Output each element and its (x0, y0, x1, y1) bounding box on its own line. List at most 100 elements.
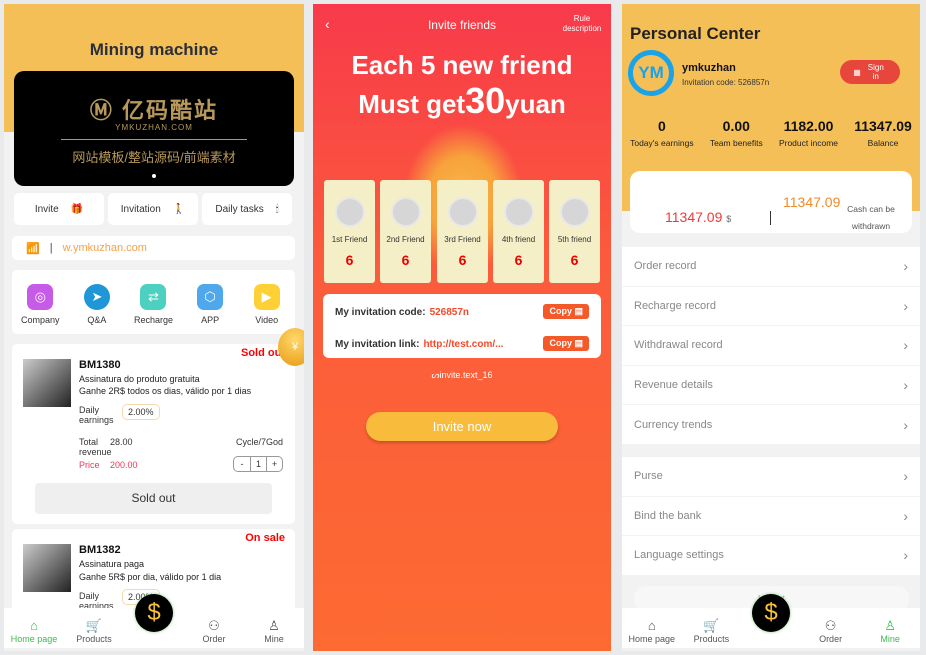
carousel-dot[interactable] (152, 174, 156, 178)
invite-hint: ᔕinvite.text_16 (313, 370, 611, 381)
rule-description-link[interactable]: Rule description (559, 14, 605, 34)
invite-button[interactable]: Invite 🎁 (14, 193, 104, 225)
tab-products[interactable]: 🛒 Products (684, 618, 739, 644)
daily-earnings-value: 2.00% (122, 404, 160, 420)
notice-text: w.ymkuzhan.com (62, 242, 147, 254)
menu-currency-trends[interactable]: Currency trends › (622, 405, 920, 445)
invitation-button[interactable]: Invitation 🚶 (108, 193, 198, 225)
menu-withdrawal-record[interactable]: Withdrawal record › (622, 326, 920, 366)
decrement-button[interactable]: - (234, 457, 250, 471)
invitation-link-row: My invitation link: http://test.com/... (335, 339, 503, 350)
tab-label: Order (202, 634, 226, 644)
menu-bind-bank[interactable]: Bind the bank › (622, 497, 920, 537)
shortcut-label: Video (255, 315, 279, 325)
order-icon: ⚇ (208, 618, 220, 633)
daily-tasks-button[interactable]: Daily tasks 🕯 (202, 193, 292, 225)
video-icon: ▶ (253, 284, 280, 310)
chevron-right-icon: › (903, 337, 908, 354)
copy-link-button[interactable]: Copy ▤ (543, 336, 589, 351)
sign-in-button[interactable]: ▦ Sign in (840, 60, 900, 84)
friend-card: 2nd Friend 6 (380, 180, 431, 283)
shortcut-company[interactable]: ◎ Company (15, 284, 65, 334)
menu-order-record[interactable]: Order record › (622, 247, 920, 287)
banner-slogan: 网站模板/整站源码/前端素材 (72, 150, 236, 165)
headline-amount: 30 (465, 80, 506, 121)
bottom-nav: ⌂ Home page 🛒 Products ⚇ Order ♙ Mine $ (622, 594, 920, 648)
copy-code-button[interactable]: Copy ▤ (543, 304, 589, 319)
avatar-placeholder-icon (559, 197, 590, 227)
invite-hint-text: invite.text_16 (439, 370, 493, 380)
sold-out-button[interactable]: Sold out (35, 483, 272, 514)
menu-purse[interactable]: Purse › (622, 457, 920, 497)
friend-card: 4th friend 6 (493, 180, 544, 283)
tab-label: Products (693, 634, 730, 644)
invite-now-button[interactable]: Invite now (366, 412, 558, 441)
home-screen: Mining machine Ⓜ 亿码酷站 YMKUZHAN.COM 网站模板/… (4, 4, 304, 651)
stats-row: 0 Today's earnings 0.00 Team benefits 1182… (622, 118, 920, 148)
personal-center-screen: Personal Center YM ymkuzhan Invitation c… (622, 4, 920, 651)
menu-recharge-record[interactable]: Recharge record › (622, 287, 920, 327)
cube-icon: ⬡ (197, 284, 224, 310)
shortcut-label: Q&A (87, 315, 107, 325)
quantity-value[interactable]: 1 (250, 457, 266, 471)
stat-product-income: 1182.00 Product income (779, 118, 838, 148)
withdrawable-label: Cash can be withdrawn (847, 204, 895, 231)
friend-value: 6 (514, 252, 523, 268)
product-desc: Assinatura do produto gratuita (79, 374, 200, 384)
tab-products[interactable]: 🛒 Products (67, 618, 122, 644)
copy-icon: ▤ (574, 306, 583, 316)
avatar-placeholder-icon (390, 197, 421, 227)
invitation-code-label: My invitation code: (335, 307, 426, 318)
daily-tasks-label: Daily tasks (215, 203, 264, 215)
shortcut-app[interactable]: ⬡ APP (185, 284, 235, 334)
product-name: BM1382 (79, 544, 121, 556)
banner-logo: Ⓜ 亿码酷站 (89, 98, 219, 123)
shortcut-label: Company (21, 315, 60, 325)
username: ymkuzhan (682, 62, 736, 74)
friend-card: 5th friend 6 (549, 180, 600, 283)
menu-revenue-details[interactable]: Revenue details › (622, 366, 920, 406)
invitation-code-row: My invitation code: 526857n (335, 307, 469, 318)
center-dollar-button[interactable]: $ (752, 594, 790, 632)
friend-card: 3rd Friend 6 (437, 180, 488, 283)
person-icon: 🚶 (172, 203, 186, 215)
headline-line2: Must get30yuan (313, 83, 611, 122)
avatar-placeholder-icon (334, 197, 365, 227)
menu-group-settings: Purse › Bind the bank › Language settings › (622, 457, 920, 576)
tab-order[interactable]: ⚇ Order (803, 618, 858, 644)
shortcut-video[interactable]: ▶ Video (242, 284, 292, 334)
quantity-stepper[interactable]: -1 + (233, 456, 283, 472)
copy-label: Copy (549, 306, 572, 316)
shortcut-qa[interactable]: ➤ Q&A (72, 284, 122, 334)
tab-home[interactable]: ⌂ Home page (7, 618, 62, 644)
avatar[interactable]: YM (628, 50, 674, 96)
stat-team-benefits: 0.00 Team benefits (710, 118, 763, 148)
chevron-right-icon: › (903, 507, 908, 524)
menu-language-settings[interactable]: Language settings › (622, 536, 920, 576)
friend-label: 5th friend (557, 235, 592, 244)
tab-mine[interactable]: ♙ Mine (863, 618, 918, 644)
banner-carousel[interactable]: Ⓜ 亿码酷站 YMKUZHAN.COM 网站模板/整站源码/前端素材 (14, 71, 294, 186)
chevron-right-icon: › (903, 377, 908, 394)
menu-label: Withdrawal record (634, 339, 723, 352)
wallet-icon: ⇄ (140, 284, 167, 310)
total-revenue-value: 28.00 (110, 437, 133, 447)
center-dollar-button[interactable]: $ (135, 594, 173, 632)
shortcut-recharge[interactable]: ⇄ Recharge (128, 284, 178, 334)
floating-coin-button[interactable]: ¥ (278, 328, 304, 366)
headline-line1: Each 5 new friend (351, 50, 573, 80)
product-image (23, 544, 71, 592)
page-title: Personal Center (630, 24, 761, 43)
shortcut-label: Recharge (133, 315, 173, 325)
avatar-placeholder-icon (447, 197, 478, 227)
friend-label: 3rd Friend (444, 235, 481, 244)
tab-mine[interactable]: ♙ Mine (247, 618, 302, 644)
notice-bar[interactable]: 📶 | w.ymkuzhan.com (12, 236, 295, 260)
friend-value: 6 (345, 252, 354, 268)
tab-label: Home page (628, 634, 676, 644)
tab-home[interactable]: ⌂ Home page (624, 618, 679, 644)
increment-button[interactable]: + (266, 457, 282, 471)
friend-value: 6 (458, 252, 467, 268)
user-icon: ♙ (884, 618, 896, 633)
tab-order[interactable]: ⚇ Order (187, 618, 242, 644)
